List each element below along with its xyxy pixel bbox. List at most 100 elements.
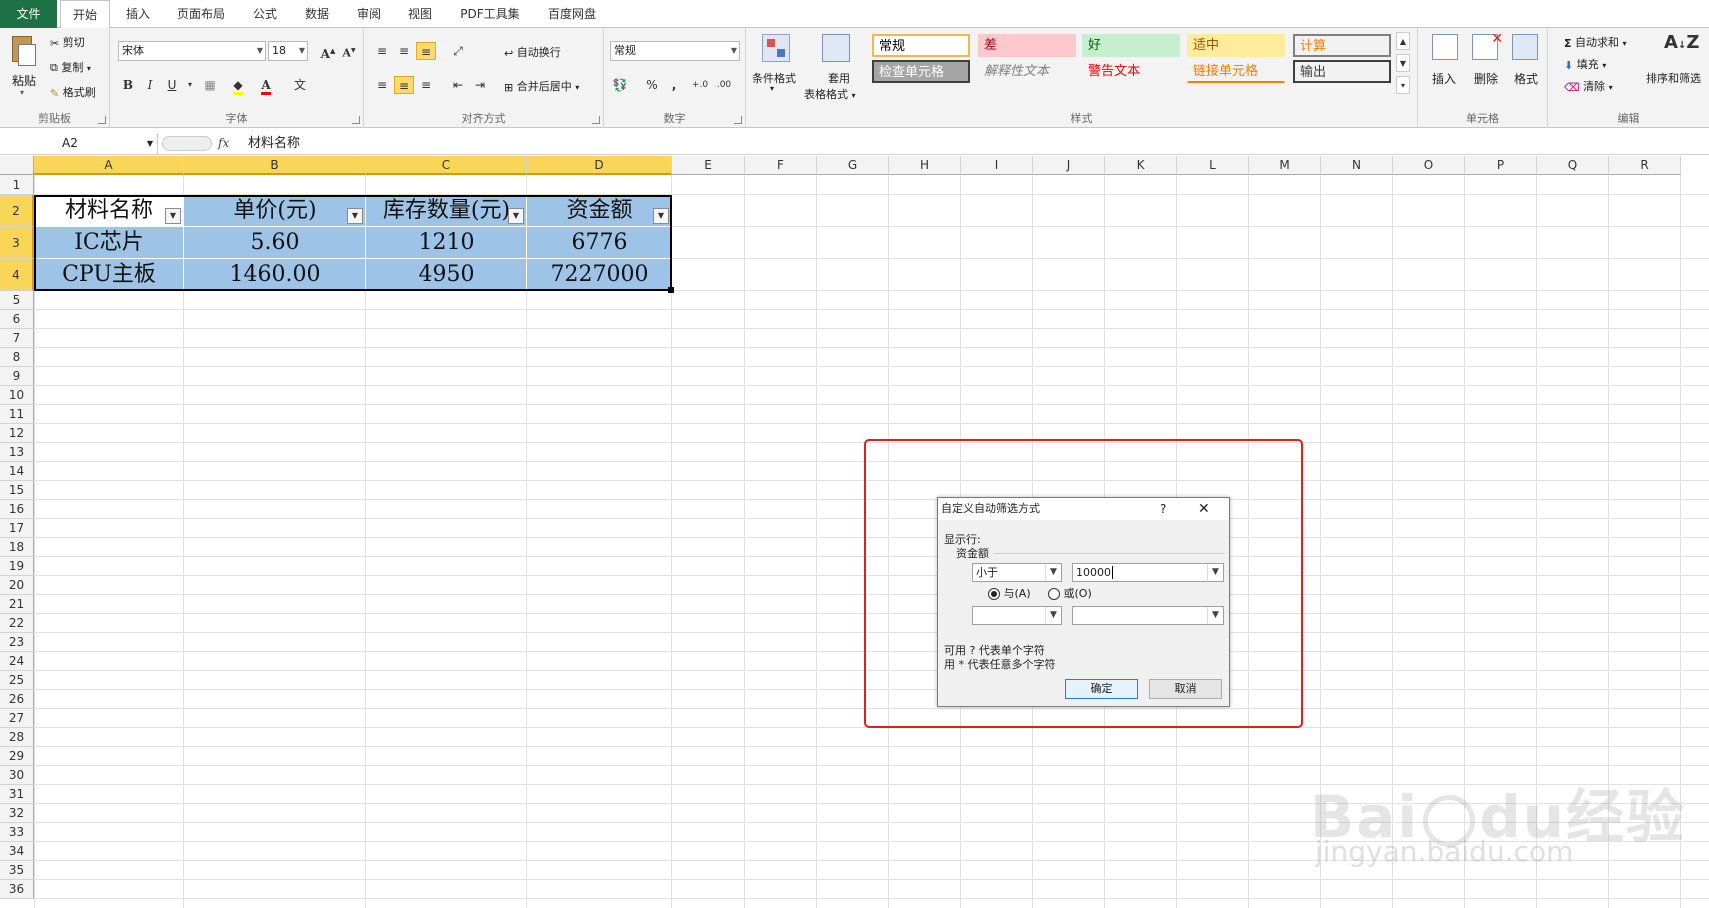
column-header-o[interactable]: O	[1393, 156, 1465, 175]
row-header-9[interactable]: 9	[0, 367, 34, 386]
clipboard-launcher-icon[interactable]	[98, 116, 106, 124]
dialog-titlebar[interactable]: 自定义自动筛选方式 ? ✕	[938, 498, 1229, 520]
increase-decimal-icon[interactable]: +.0	[690, 76, 710, 94]
value-1-combobox[interactable]: 10000 ▼	[1072, 563, 1224, 582]
select-all-corner[interactable]	[0, 156, 34, 175]
row-header-15[interactable]: 15	[0, 481, 34, 500]
row-header-12[interactable]: 12	[0, 424, 34, 443]
number-format-select[interactable]: 常规 ▼	[610, 41, 740, 61]
gallery-up-icon[interactable]: ▲	[1396, 32, 1410, 50]
close-icon[interactable]: ✕	[1198, 498, 1210, 520]
row-header-14[interactable]: 14	[0, 462, 34, 481]
row-header-11[interactable]: 11	[0, 405, 34, 424]
value-2-combobox[interactable]: ▼	[1072, 606, 1224, 625]
clear-button[interactable]: ⌫ 清除 ▾	[1564, 78, 1613, 94]
row-header-18[interactable]: 18	[0, 538, 34, 557]
column-header-h[interactable]: H	[889, 156, 961, 175]
cell-style-9[interactable]: 输出	[1293, 60, 1391, 83]
shrink-font-icon[interactable]: A▼	[339, 42, 359, 60]
format-cells-button[interactable]: 格式	[1514, 70, 1538, 87]
border-icon[interactable]: ▦	[200, 76, 220, 94]
cell-style-8[interactable]: 链接单元格	[1187, 60, 1285, 83]
conditional-format-dropdown-icon[interactable]: ▾	[770, 84, 774, 93]
tab-baidu-netdisk[interactable]: 百度网盘	[538, 0, 606, 28]
tab-data[interactable]: 数据	[297, 0, 337, 28]
comma-icon[interactable]: ,	[664, 76, 684, 94]
align-right-icon[interactable]: ≡	[416, 76, 436, 94]
column-header-r[interactable]: R	[1609, 156, 1681, 175]
column-header-m[interactable]: M	[1249, 156, 1321, 175]
column-header-d[interactable]: D	[527, 156, 672, 175]
row-header-17[interactable]: 17	[0, 519, 34, 538]
autosum-button[interactable]: Σ 自动求和 ▾	[1564, 34, 1627, 50]
row-header-2[interactable]: 2	[0, 195, 34, 227]
fx-icon[interactable]: fx	[218, 133, 238, 154]
column-header-g[interactable]: G	[817, 156, 889, 175]
cell-style-5[interactable]: 检查单元格	[872, 60, 970, 83]
decrease-decimal-icon[interactable]: .00	[714, 76, 734, 94]
font-color-icon[interactable]: A	[256, 76, 276, 95]
row-header-5[interactable]: 5	[0, 291, 34, 310]
currency-icon[interactable]: 💱	[610, 76, 630, 94]
row-header-33[interactable]: 33	[0, 823, 34, 842]
bold-icon[interactable]: B	[118, 76, 138, 94]
help-icon[interactable]: ?	[1160, 498, 1166, 520]
row-header-30[interactable]: 30	[0, 766, 34, 785]
or-radio[interactable]: 或(O)	[1048, 585, 1092, 601]
grow-font-icon[interactable]: A▲	[318, 42, 338, 61]
row-header-8[interactable]: 8	[0, 348, 34, 367]
align-top-icon[interactable]: ≡	[372, 42, 392, 60]
italic-icon[interactable]: I	[140, 76, 160, 94]
cell-style-1[interactable]: 差	[978, 34, 1076, 57]
increase-indent-icon[interactable]: ⇥	[470, 76, 490, 94]
column-header-n[interactable]: N	[1321, 156, 1393, 175]
column-header-k[interactable]: K	[1105, 156, 1177, 175]
row-header-10[interactable]: 10	[0, 386, 34, 405]
fill-handle[interactable]	[668, 287, 674, 293]
row-header-27[interactable]: 27	[0, 709, 34, 728]
operator-1-select[interactable]: 小于 ▼	[972, 563, 1062, 582]
column-header-c[interactable]: C	[366, 156, 527, 175]
sort-filter-button[interactable]: 排序和筛选	[1646, 70, 1701, 86]
row-header-26[interactable]: 26	[0, 690, 34, 709]
merge-center-button[interactable]: ⊞ 合并后居中 ▾	[504, 78, 579, 94]
row-header-1[interactable]: 1	[0, 175, 34, 195]
row-header-32[interactable]: 32	[0, 804, 34, 823]
column-header-i[interactable]: I	[961, 156, 1033, 175]
cut-button[interactable]: ✂ 剪切	[50, 34, 85, 50]
column-header-l[interactable]: L	[1177, 156, 1249, 175]
font-name-select[interactable]: 宋体 ▼	[118, 41, 266, 61]
row-header-24[interactable]: 24	[0, 652, 34, 671]
formula-content[interactable]: 材料名称	[248, 133, 300, 154]
row-header-25[interactable]: 25	[0, 671, 34, 690]
tab-home[interactable]: 开始	[60, 0, 110, 29]
row-header-13[interactable]: 13	[0, 443, 34, 462]
column-header-q[interactable]: Q	[1537, 156, 1609, 175]
underline-dropdown-icon[interactable]: ▾	[180, 76, 200, 94]
alignment-launcher-icon[interactable]	[592, 116, 600, 124]
cell-style-2[interactable]: 好	[1082, 34, 1180, 57]
copy-button[interactable]: ⧉ 复制 ▾	[50, 59, 91, 75]
column-header-a[interactable]: A	[34, 156, 184, 175]
tab-page-layout[interactable]: 页面布局	[170, 0, 232, 28]
row-header-3[interactable]: 3	[0, 227, 34, 259]
cell-style-0[interactable]: 常规	[872, 34, 970, 57]
row-header-21[interactable]: 21	[0, 595, 34, 614]
align-bottom-icon[interactable]: ≡	[416, 42, 436, 60]
align-middle-icon[interactable]: ≡	[394, 42, 414, 60]
row-header-6[interactable]: 6	[0, 310, 34, 329]
font-size-select[interactable]: 18 ▼	[268, 41, 308, 61]
wrap-text-button[interactable]: ↩ 自动换行	[504, 44, 561, 60]
column-header-f[interactable]: F	[745, 156, 817, 175]
ok-button[interactable]: 确定	[1065, 679, 1138, 699]
column-header-p[interactable]: P	[1465, 156, 1537, 175]
row-header-7[interactable]: 7	[0, 329, 34, 348]
row-header-28[interactable]: 28	[0, 728, 34, 747]
cell-style-4[interactable]: 计算	[1293, 34, 1391, 57]
insert-cells-button[interactable]: 插入	[1432, 70, 1456, 87]
orientation-icon[interactable]: ⤢	[448, 42, 468, 60]
paste-dropdown-icon[interactable]: ▾	[20, 88, 24, 97]
formula-bar-resize-handle[interactable]	[162, 136, 212, 151]
align-left-icon[interactable]: ≡	[372, 76, 392, 94]
tab-view[interactable]: 视图	[400, 0, 440, 28]
